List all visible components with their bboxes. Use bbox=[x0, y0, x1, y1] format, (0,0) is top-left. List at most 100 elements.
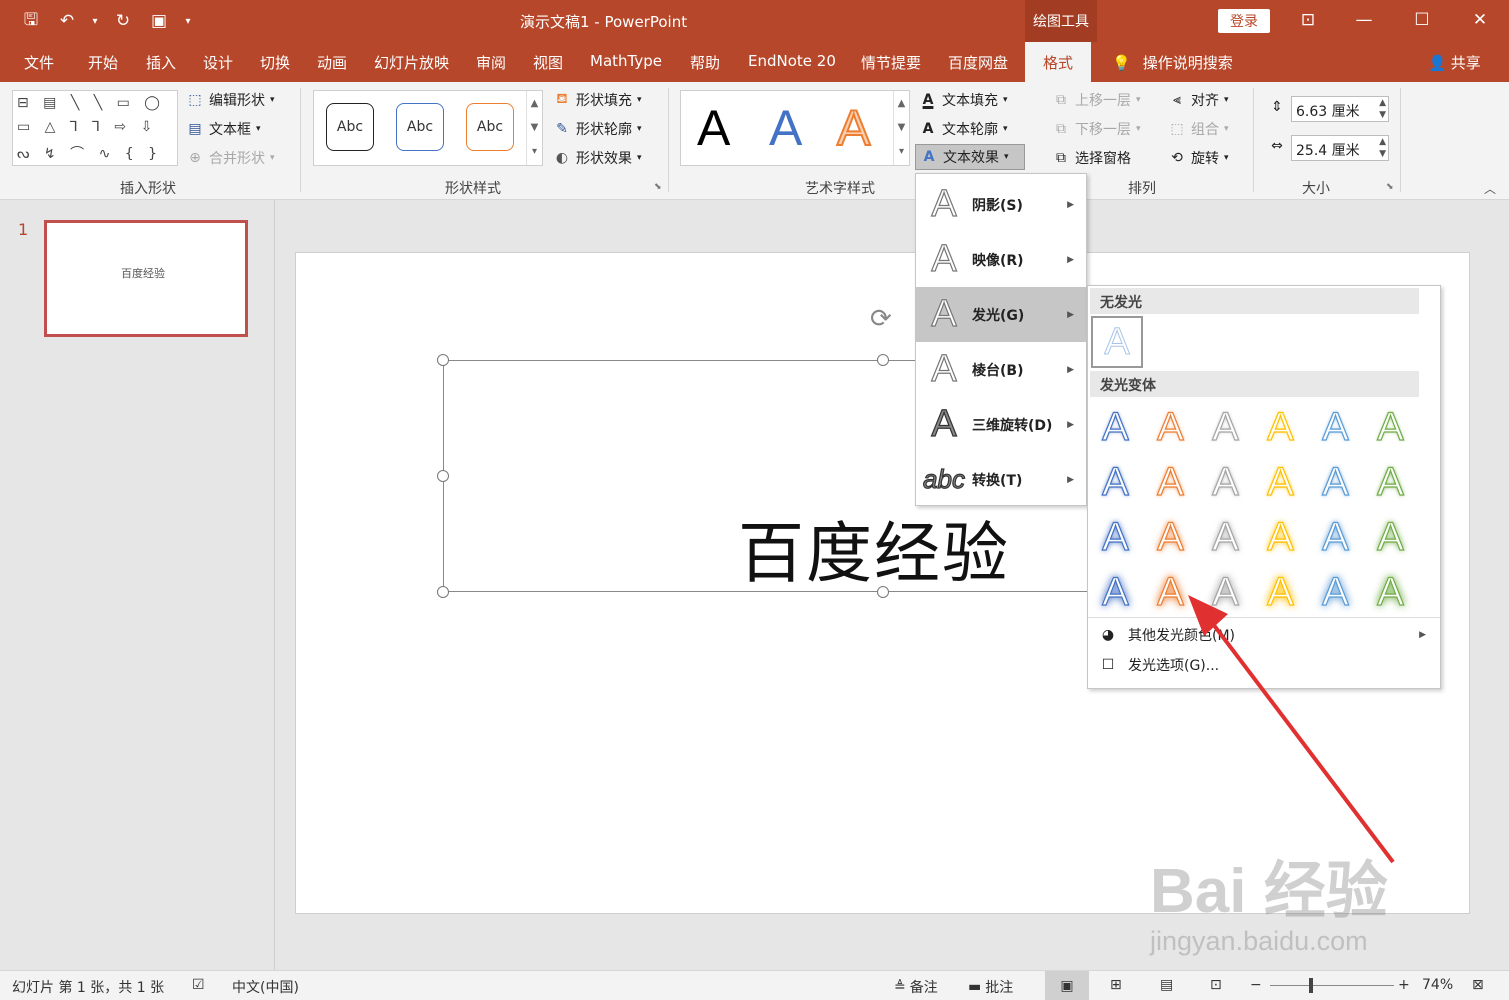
tell-me-search[interactable]: 💡 操作说明搜索 bbox=[1112, 52, 1233, 73]
glow-variant-option[interactable]: A bbox=[1198, 400, 1253, 455]
wordart-scroll[interactable]: ▲ ▼ ▾ bbox=[893, 91, 909, 165]
shapes-row-3[interactable]: ᔓ ↯ ⌒ ∿ { } bbox=[17, 143, 162, 163]
zoom-in-icon[interactable]: + bbox=[1398, 977, 1410, 993]
glow-variant-option[interactable]: A bbox=[1198, 455, 1253, 510]
more-glow-colors-item[interactable]: ◕ 其他发光颜色(M) ▶ bbox=[1088, 620, 1440, 650]
resize-handle[interactable] bbox=[437, 586, 449, 598]
shape-width-input[interactable]: 25.4 厘米 ▲ ▼ bbox=[1291, 135, 1389, 161]
glow-variant-option[interactable]: A bbox=[1308, 510, 1363, 565]
glow-variant-option[interactable]: A bbox=[1088, 565, 1143, 620]
dialog-launcher-icon[interactable]: ⬊ bbox=[654, 182, 662, 192]
menu-item-3d-rotation[interactable]: A 三维旋转(D) ▶ bbox=[916, 397, 1086, 452]
menu-item-shadow[interactable]: A 阴影(S) ▶ bbox=[916, 177, 1086, 232]
text-fill-button[interactable]: A 文本填充 ▾ bbox=[919, 90, 1008, 110]
glow-variant-option[interactable]: A bbox=[1363, 455, 1418, 510]
menu-item-transform[interactable]: abc 转换(T) ▶ bbox=[916, 452, 1086, 507]
tab-home[interactable]: 开始 bbox=[88, 52, 118, 73]
tab-animations[interactable]: 动画 bbox=[317, 52, 347, 73]
collapse-ribbon-icon[interactable]: ︿ bbox=[1484, 180, 1496, 197]
send-backward-button[interactable]: ⧉ 下移一层 ▾ bbox=[1052, 119, 1141, 139]
glow-variant-option[interactable]: A bbox=[1308, 455, 1363, 510]
wordart-style-1[interactable]: A bbox=[697, 99, 730, 157]
bring-forward-button[interactable]: ⧉ 上移一层 ▾ bbox=[1052, 90, 1141, 110]
tab-design[interactable]: 设计 bbox=[203, 52, 233, 73]
shapes-row-1[interactable]: ⊟ ▤ ╲ ╲ ▭ ◯ bbox=[17, 95, 165, 111]
glow-variant-option[interactable]: A bbox=[1253, 510, 1308, 565]
notes-button[interactable]: ≜ 备注 bbox=[894, 977, 938, 997]
slide-thumbnail[interactable]: 百度经验 bbox=[44, 220, 248, 337]
shape-fill-button[interactable]: ⛾ 形状填充 ▾ bbox=[553, 90, 641, 110]
menu-item-bevel[interactable]: A 棱台(B) ▶ bbox=[916, 342, 1086, 397]
zoom-out-icon[interactable]: − bbox=[1250, 977, 1262, 993]
height-spinner-icon[interactable]: ▲ ▼ bbox=[1379, 97, 1386, 121]
language-indicator[interactable]: 中文(中国) bbox=[232, 977, 299, 997]
spell-check-icon[interactable]: ☑ bbox=[192, 977, 205, 993]
zoom-level[interactable]: 74% bbox=[1422, 977, 1453, 993]
menu-item-glow[interactable]: A 发光(G) ▶ bbox=[916, 287, 1086, 342]
glow-variant-option[interactable]: A bbox=[1308, 565, 1363, 620]
resize-handle[interactable] bbox=[437, 354, 449, 366]
wordart-style-3[interactable]: A bbox=[836, 99, 871, 157]
text-outline-button[interactable]: A 文本轮廓 ▾ bbox=[919, 119, 1008, 139]
redo-icon[interactable]: ↻ bbox=[110, 8, 136, 34]
tab-endnote[interactable]: EndNote 20 bbox=[748, 52, 836, 70]
rotate-handle-icon[interactable]: ⟳ bbox=[870, 304, 892, 334]
present-from-start-icon[interactable]: ▣ bbox=[146, 8, 172, 34]
resize-handle[interactable] bbox=[877, 354, 889, 366]
selection-pane-button[interactable]: ⧉ 选择窗格 bbox=[1052, 148, 1131, 168]
glow-variant-option[interactable]: A bbox=[1143, 510, 1198, 565]
align-button[interactable]: ⫷ 对齐 ▾ bbox=[1168, 90, 1228, 110]
shapes-row-2[interactable]: ▭ △ ⅂ ⅂ ⇨ ⇩ bbox=[17, 119, 157, 135]
close-icon[interactable]: ✕ bbox=[1460, 5, 1500, 35]
shape-style-2[interactable]: Abc bbox=[396, 103, 444, 151]
shape-height-input[interactable]: 6.63 厘米 ▲ ▼ bbox=[1291, 96, 1389, 122]
glow-variant-option[interactable]: A bbox=[1363, 565, 1418, 620]
tab-file[interactable]: 文件 bbox=[24, 52, 54, 73]
login-button[interactable]: 登录 bbox=[1218, 9, 1270, 33]
tab-storyboard[interactable]: 情节提要 bbox=[861, 52, 921, 73]
glow-variant-option[interactable]: A bbox=[1198, 510, 1253, 565]
tab-help[interactable]: 帮助 bbox=[690, 52, 720, 73]
slideshow-icon[interactable]: ⊡ bbox=[1210, 977, 1222, 993]
tab-baidu-netdisk[interactable]: 百度网盘 bbox=[948, 52, 1008, 73]
shape-styles-gallery[interactable]: Abc Abc Abc ▲ ▼ ▾ bbox=[313, 90, 543, 166]
glow-variant-option[interactable]: A bbox=[1363, 400, 1418, 455]
wordart-gallery[interactable]: A A A ▲ ▼ ▾ bbox=[680, 90, 910, 166]
glow-variant-option[interactable]: A bbox=[1088, 510, 1143, 565]
glow-variant-option[interactable]: A bbox=[1143, 400, 1198, 455]
shape-style-3[interactable]: Abc bbox=[466, 103, 514, 151]
tab-insert[interactable]: 插入 bbox=[146, 52, 176, 73]
normal-view-icon[interactable]: ▣ bbox=[1045, 971, 1089, 1000]
zoom-slider-thumb[interactable] bbox=[1309, 978, 1313, 993]
customize-qat-icon[interactable]: ▾ bbox=[182, 8, 194, 34]
tab-mathtype[interactable]: MathType bbox=[590, 52, 662, 70]
glow-variant-option[interactable]: A bbox=[1308, 400, 1363, 455]
glow-variant-option[interactable]: A bbox=[1198, 565, 1253, 620]
shape-styles-scroll[interactable]: ▲ ▼ ▾ bbox=[526, 91, 542, 165]
edit-shape-button[interactable]: ⬚ 编辑形状 ▾ bbox=[186, 90, 274, 110]
shapes-gallery[interactable]: ⊟ ▤ ╲ ╲ ▭ ◯ ▭ △ ⅂ ⅂ ⇨ ⇩ ᔓ ↯ ⌒ ∿ { } bbox=[12, 90, 178, 166]
glow-variant-option[interactable]: A bbox=[1088, 455, 1143, 510]
size-dialog-launcher-icon[interactable]: ⬊ bbox=[1386, 182, 1394, 192]
slide-sorter-icon[interactable]: ⊞ bbox=[1110, 977, 1122, 993]
no-glow-option[interactable]: A bbox=[1091, 316, 1143, 368]
tab-view[interactable]: 视图 bbox=[533, 52, 563, 73]
tab-format[interactable]: 格式 bbox=[1025, 42, 1092, 82]
glow-variant-option[interactable]: A bbox=[1088, 400, 1143, 455]
glow-variant-option[interactable]: A bbox=[1253, 455, 1308, 510]
rotate-button[interactable]: ⟲ 旋转 ▾ bbox=[1168, 148, 1228, 168]
glow-variant-option[interactable]: A bbox=[1143, 565, 1198, 620]
group-button[interactable]: ⬚ 组合 ▾ bbox=[1168, 119, 1228, 139]
comments-button[interactable]: ▬ 批注 bbox=[968, 977, 1013, 997]
width-spinner-icon[interactable]: ▲ ▼ bbox=[1379, 136, 1386, 160]
zoom-slider-track[interactable] bbox=[1270, 985, 1394, 986]
save-icon[interactable]: 🖫 bbox=[18, 8, 44, 34]
shape-outline-button[interactable]: ✎ 形状轮廓 ▾ bbox=[553, 119, 641, 139]
glow-options-item[interactable]: ☐ 发光选项(G)... bbox=[1088, 650, 1440, 680]
slide-text[interactable]: 百度经验 bbox=[738, 500, 1010, 596]
tab-review[interactable]: 审阅 bbox=[476, 52, 506, 73]
resize-handle[interactable] bbox=[437, 470, 449, 482]
tab-slideshow[interactable]: 幻灯片放映 bbox=[374, 52, 449, 73]
undo-icon[interactable]: ↶ bbox=[54, 8, 80, 34]
undo-dropdown-icon[interactable]: ▾ bbox=[90, 8, 100, 34]
